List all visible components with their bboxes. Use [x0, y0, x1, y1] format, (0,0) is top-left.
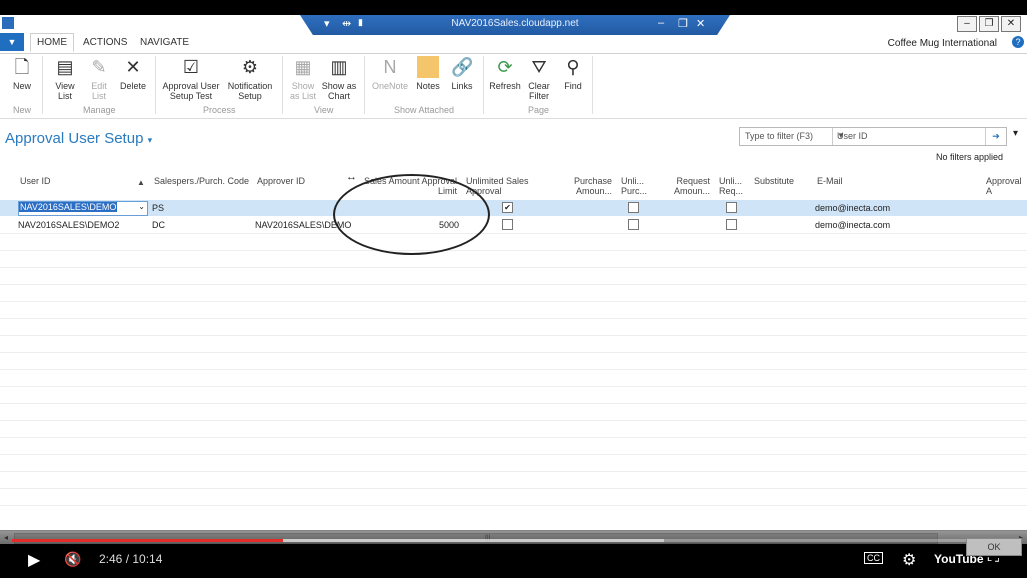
- column-header-substitute[interactable]: Substitute: [754, 176, 794, 186]
- group-label-view: View: [314, 105, 334, 115]
- column-header-unlimited-request[interactable]: Unli... Req...: [719, 176, 743, 196]
- new-document-icon: 🗋: [14, 57, 30, 77]
- video-player-controls: ▶ 🔇 2:46 / 10:14 CC ⚙ YouTube ⛶: [0, 530, 1027, 578]
- unlimited-request-checkbox[interactable]: [726, 219, 737, 230]
- view-list-icon: ▤: [56, 57, 74, 77]
- user-id-cell[interactable]: NAV2016SALES\DEMO2: [18, 220, 119, 230]
- unlimited-sales-checkbox[interactable]: [502, 219, 513, 230]
- column-header-salesperson[interactable]: Salespers./Purch. Code: [154, 176, 249, 186]
- window-restore-button[interactable]: ❐: [979, 16, 999, 32]
- link-icon: 🔗: [451, 57, 474, 77]
- captions-icon[interactable]: CC: [864, 552, 883, 564]
- chevron-down-icon: ▼: [837, 131, 845, 140]
- onenote-icon: N: [383, 57, 397, 77]
- salesperson-cell[interactable]: DC: [152, 220, 165, 230]
- list-icon: ▦: [294, 57, 312, 77]
- column-header-approval-admin[interactable]: Approval A: [986, 176, 1027, 196]
- sort-ascending-icon: ▲: [137, 178, 145, 187]
- clear-filter-icon: ⛛: [531, 57, 547, 77]
- help-icon[interactable]: ?: [1012, 36, 1024, 48]
- remote-session-bar: ▾ ⇹ ▮ NAV2016Sales.cloudapp.net – ❐ ✕: [300, 15, 730, 35]
- close-icon[interactable]: ✕: [696, 17, 705, 30]
- filter-field-select[interactable]: User ID ▼: [832, 128, 985, 145]
- tab-home[interactable]: HOME: [30, 33, 74, 52]
- window-close-button[interactable]: ✕: [1001, 16, 1021, 32]
- chart-icon: ▥: [330, 57, 348, 77]
- approval-user-setup-test-button[interactable]: ☑ Approval User Setup Test: [160, 56, 222, 101]
- table-row[interactable]: NAV2016SALES\DEMO ⌄ PS ✔ demo@inecta.com: [0, 200, 1027, 216]
- column-header-approver-id[interactable]: Approver ID: [257, 176, 305, 186]
- notification-setup-button[interactable]: ⚙ Notification Setup: [224, 56, 276, 101]
- unlimited-purchase-checkbox[interactable]: [628, 219, 639, 230]
- salesperson-cell[interactable]: PS: [152, 203, 164, 213]
- filter-box[interactable]: Type to filter (F3) User ID ▼ ➔: [739, 127, 1007, 146]
- chevron-down-icon[interactable]: ▾: [148, 135, 153, 145]
- edit-list-button[interactable]: ✎ Edit List: [84, 56, 114, 101]
- email-cell[interactable]: demo@inecta.com: [815, 203, 890, 213]
- view-list-button[interactable]: ▤ View List: [50, 56, 80, 101]
- new-button[interactable]: 🗋 New: [10, 56, 34, 91]
- apply-filter-button[interactable]: ➔: [985, 128, 1006, 145]
- chevron-down-icon[interactable]: ⌄: [138, 202, 145, 211]
- filter-status: No filters applied: [935, 152, 1003, 162]
- column-header-email[interactable]: E-Mail: [817, 176, 843, 186]
- unlimited-request-checkbox[interactable]: [726, 202, 737, 213]
- checklist-icon: ☑: [182, 57, 200, 77]
- table-row[interactable]: NAV2016SALES\DEMO2 DC NAV2016SALES\DEMO …: [0, 217, 1027, 233]
- binoculars-icon: ⚲: [566, 57, 580, 77]
- tab-navigate[interactable]: NAVIGATE: [140, 37, 189, 48]
- column-header-unlimited-purchase[interactable]: Unli... Purc...: [621, 176, 647, 196]
- app-icon: [2, 17, 14, 29]
- find-button[interactable]: ⚲ Find: [560, 56, 586, 91]
- links-button[interactable]: 🔗 Links: [448, 56, 476, 91]
- group-label-show-attached: Show Attached: [394, 105, 455, 115]
- group-label-manage: Manage: [83, 105, 116, 115]
- video-progress-bar[interactable]: [12, 539, 1015, 542]
- title-bar: ▾ ⇹ ▮ NAV2016Sales.cloudapp.net – ❐ ✕ – …: [0, 15, 1027, 35]
- column-header-purchase-amount[interactable]: Purchase Amoun...: [566, 176, 612, 196]
- application-menu-button[interactable]: ▼: [0, 33, 24, 51]
- notes-button[interactable]: Notes: [414, 56, 442, 91]
- minimize-icon[interactable]: –: [658, 17, 664, 29]
- group-label-process: Process: [203, 105, 236, 115]
- company-name: Coffee Mug International: [887, 38, 997, 49]
- edit-list-icon: ✎: [91, 57, 107, 77]
- ok-button[interactable]: OK: [966, 538, 1022, 556]
- column-header-user-id[interactable]: User ID: [20, 176, 51, 186]
- note-icon: [417, 56, 439, 78]
- unlimited-sales-checkbox[interactable]: ✔: [502, 202, 513, 213]
- filter-input[interactable]: Type to filter (F3): [745, 131, 813, 141]
- group-label-new: New: [13, 105, 32, 115]
- group-label-page: Page: [528, 105, 550, 115]
- tab-actions[interactable]: ACTIONS: [83, 37, 127, 48]
- delete-button[interactable]: ✕ Delete: [118, 56, 148, 91]
- ribbon-tab-row: ▼ HOME ACTIONS NAVIGATE Coffee Mug Inter…: [0, 33, 1027, 54]
- nav-client-window: ▾ ⇹ ▮ NAV2016Sales.cloudapp.net – ❐ ✕ – …: [0, 15, 1027, 544]
- annotation-circle: [333, 174, 490, 255]
- delete-icon: ✕: [125, 57, 141, 77]
- collapse-chevron-icon[interactable]: ▾: [1013, 128, 1018, 139]
- session-host: NAV2016Sales.cloudapp.net: [451, 18, 579, 29]
- show-as-list-button[interactable]: ▦ Show as List: [288, 56, 318, 101]
- show-as-chart-button[interactable]: ▥ Show as Chart: [321, 56, 357, 101]
- column-header-request-amount[interactable]: Request Amoun...: [664, 176, 710, 196]
- restore-icon[interactable]: ❐: [678, 17, 688, 30]
- email-cell[interactable]: demo@inecta.com: [815, 220, 890, 230]
- window-minimize-button[interactable]: –: [957, 16, 977, 32]
- onenote-button[interactable]: N OneNote: [370, 56, 410, 91]
- ribbon: 🗋 New ▤ View List ✎ Edit List ✕ Delete ☑ Approv…: [0, 54, 1027, 119]
- video-time: 2:46 / 10:14: [99, 552, 163, 566]
- column-resize-cursor-icon: ↔: [346, 171, 357, 183]
- play-icon[interactable]: ▶: [28, 550, 40, 570]
- unlimited-purchase-checkbox[interactable]: [628, 202, 639, 213]
- user-id-field[interactable]: NAV2016SALES\DEMO ⌄: [18, 201, 148, 216]
- mute-icon[interactable]: 🔇: [64, 551, 81, 568]
- played-bar: [12, 539, 283, 542]
- refresh-icon: ⟳: [497, 57, 513, 77]
- gear-icon: ⚙: [241, 57, 259, 77]
- clear-filter-button[interactable]: ⛛ Clear Filter: [524, 56, 554, 101]
- page-title[interactable]: Approval User Setup ▾: [5, 130, 152, 147]
- settings-icon[interactable]: ⚙: [902, 550, 916, 570]
- refresh-button[interactable]: ⟳ Refresh: [488, 56, 522, 91]
